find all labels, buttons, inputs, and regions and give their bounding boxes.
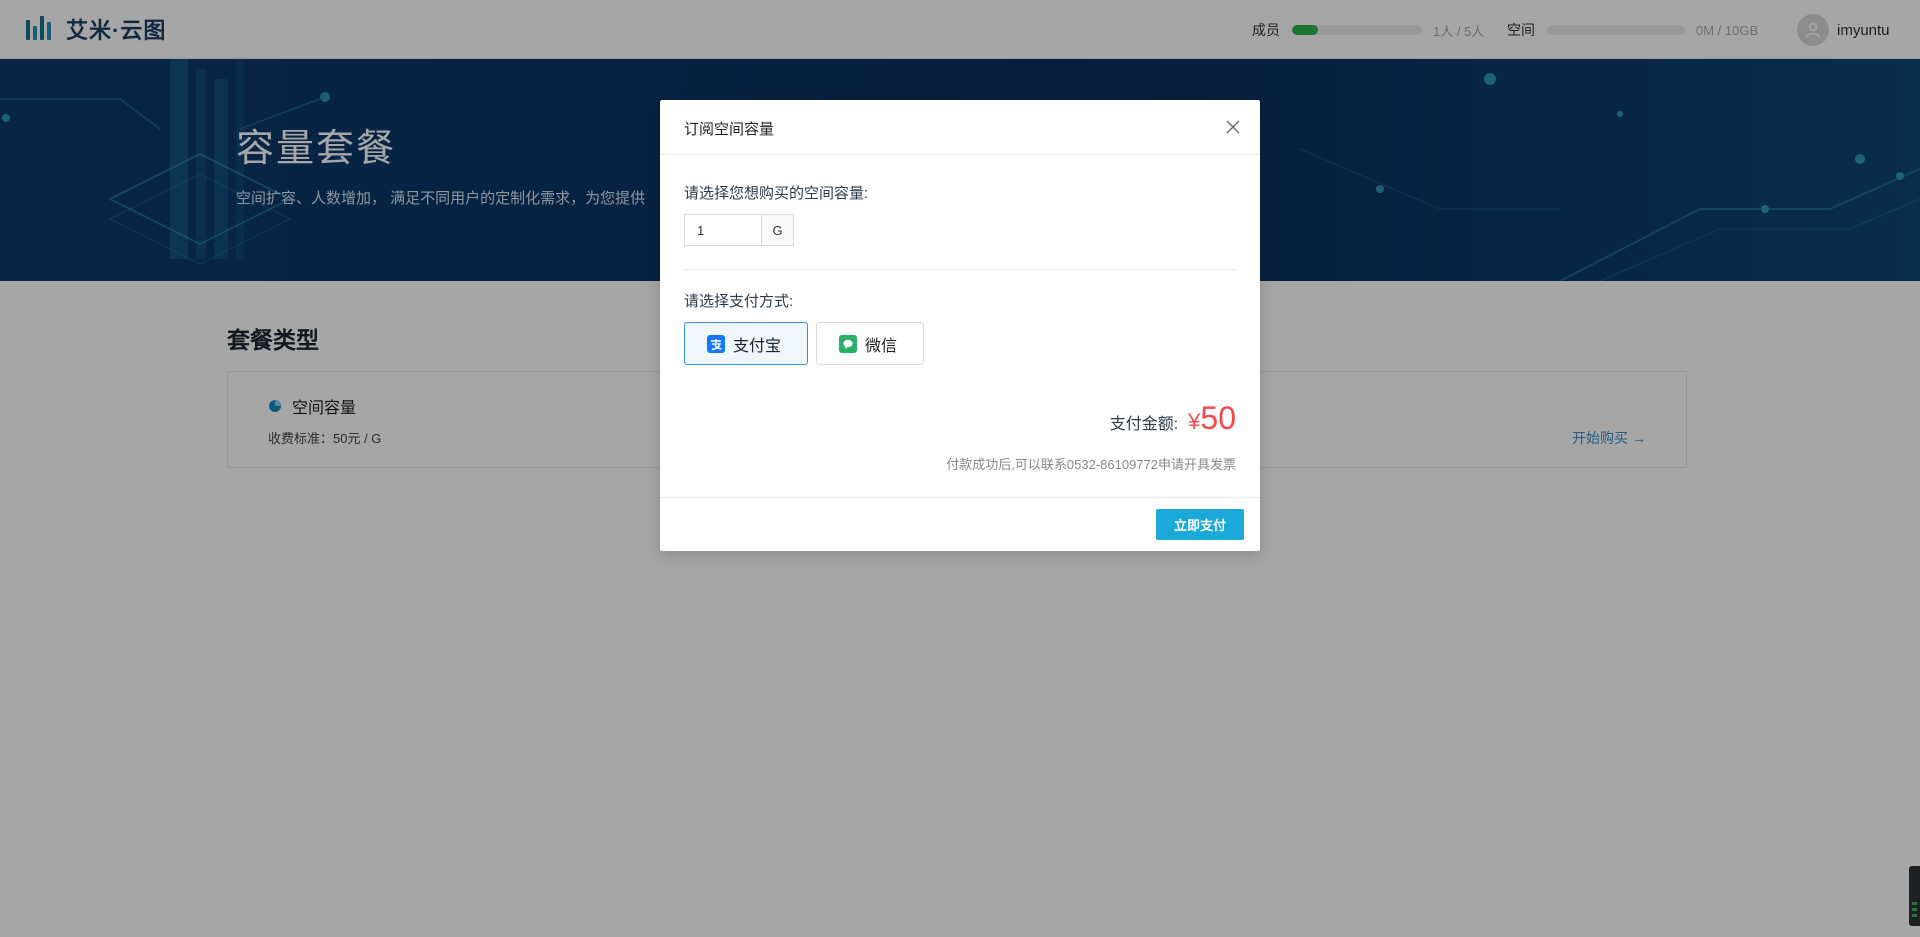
dialog-footer-divider	[660, 497, 1260, 498]
wechat-icon	[839, 334, 857, 353]
payment-amount: 支付金额: ¥ 50	[1110, 400, 1236, 437]
pay-wechat-label: 微信	[865, 337, 898, 355]
invoice-note: 付款成功后,可以联系0532-86109772申请开具发票	[946, 457, 1236, 472]
capacity-input-group: G	[684, 214, 794, 246]
divider	[684, 269, 1236, 270]
close-icon	[1226, 120, 1240, 134]
pay-alipay-label: 支付宝	[733, 337, 782, 355]
dialog-title: 订阅空间容量	[684, 121, 775, 138]
subscribe-capacity-dialog: 订阅空间容量 请选择您想购买的空间容量: G 请选择支付方式: 支付宝 微信	[660, 100, 1260, 551]
pay-wechat-button[interactable]: 微信	[816, 322, 924, 365]
amount-value: 50	[1200, 400, 1236, 436]
capacity-prompt: 请选择您想购买的空间容量:	[684, 185, 869, 202]
amount-label: 支付金额:	[1109, 416, 1179, 433]
payment-prompt: 请选择支付方式:	[684, 293, 794, 310]
amount-currency: ¥	[1188, 409, 1201, 434]
pay-now-button[interactable]: 立即支付	[1156, 509, 1244, 540]
close-button[interactable]	[1222, 116, 1244, 138]
dialog-header: 订阅空间容量	[660, 100, 1260, 155]
capacity-unit: G	[761, 214, 794, 246]
alipay-icon	[707, 334, 725, 353]
pay-alipay-button[interactable]: 支付宝	[684, 322, 808, 365]
capacity-input[interactable]	[684, 214, 761, 246]
